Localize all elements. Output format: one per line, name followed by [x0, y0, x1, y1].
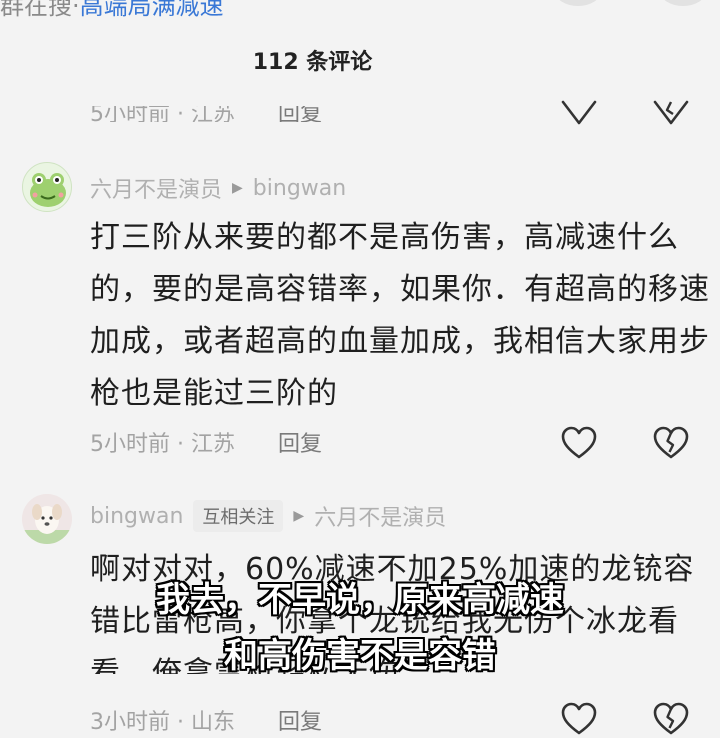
comment-author-row: 六月不是演员 ▶ bingwan [90, 172, 346, 204]
comment-author[interactable]: bingwan [90, 504, 183, 529]
reply-button[interactable]: 回复 [278, 710, 322, 735]
reply-to-user[interactable]: bingwan [253, 176, 346, 201]
broken-heart-outline-icon[interactable] [652, 700, 690, 738]
heart-outline-icon[interactable] [560, 96, 598, 126]
reply-to-user[interactable]: 六月不是演员 [314, 500, 446, 532]
comment-author-row: bingwan 互相关注 ▶ 六月不是演员 [90, 500, 446, 532]
comment-meta-line: 5小时前 · 江苏 回复 [90, 426, 322, 458]
puppy-avatar[interactable] [22, 494, 72, 544]
frog-avatar[interactable] [22, 162, 72, 212]
header-breadcrumb: 群在搜·高端局满减速 [0, 0, 224, 21]
play-arrow-icon: ▶ [232, 180, 243, 196]
comment-meta-line: 3小时前 · 山东 回复 [90, 704, 322, 736]
heart-outline-icon[interactable] [560, 700, 598, 738]
close-button[interactable] [660, 0, 706, 6]
broken-heart-outline-icon[interactable] [652, 424, 690, 462]
reply-button[interactable]: 回复 [278, 106, 322, 122]
comment-time-location: 5小时前 · 江苏 [90, 432, 235, 457]
comment-author[interactable]: 六月不是演员 [90, 172, 222, 204]
comment-meta-line: 5小时前 · 江苏 回复 [90, 106, 322, 122]
puppy-avatar-icon [22, 494, 72, 544]
comment-count-title: 112 条评论 [252, 50, 373, 75]
mutual-follow-badge: 互相关注 [193, 500, 284, 532]
video-subtitle-line-1: 我去，不早说，原来高减速 [156, 580, 564, 620]
heart-outline-icon[interactable] [560, 424, 598, 462]
play-arrow-icon: ▶ [293, 508, 305, 524]
breadcrumb-link[interactable]: 高端局满减速 [80, 0, 224, 20]
comment-text: 打三阶从来要的都不是高伤害，高减速什么的，要的是高容错率，如果你．有超高的移速加… [90, 220, 710, 411]
frog-avatar-icon [30, 173, 66, 207]
breadcrumb-prefix: 群在搜· [0, 0, 80, 20]
header-action-button[interactable] [555, 0, 601, 6]
broken-heart-outline-icon[interactable] [652, 96, 690, 126]
top-header-strip: 群在搜·高端局满减速 [0, 0, 720, 20]
comment-time-location: 5小时前 · 江苏 [90, 106, 235, 122]
reply-button[interactable]: 回复 [278, 432, 322, 457]
comment-time-location: 3小时前 · 山东 [90, 710, 235, 735]
video-subtitle-line-2: 和高伤害不是容错 [224, 636, 496, 676]
